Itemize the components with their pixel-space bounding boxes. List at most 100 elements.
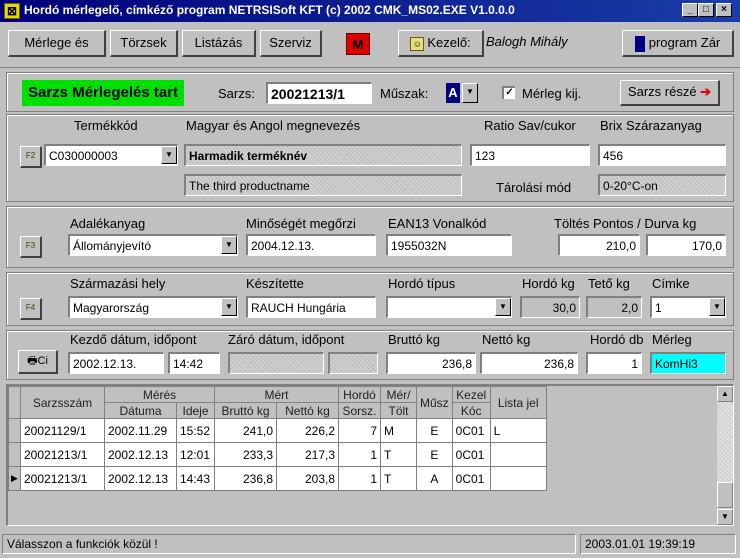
kezelo-button[interactable]: ☺ Kezelő: — [398, 30, 484, 57]
hordo-kg-field: 30,0 — [520, 296, 580, 318]
operator-icon: ☺ — [410, 36, 425, 51]
keszitette-label: Készítette — [246, 276, 304, 291]
cell-lista — [489, 442, 547, 467]
col-musz[interactable]: Műsz — [416, 386, 453, 419]
adalek-label: Adalékanyag — [70, 216, 146, 231]
listazas-button[interactable]: Listázás — [182, 30, 256, 57]
status-datetime: 2003.01.01 19:39:19 — [580, 534, 736, 554]
cell-brutto: 241,0 — [214, 418, 277, 443]
cell-netto: 217,3 — [276, 442, 339, 467]
teto-kg-field: 2,0 — [586, 296, 642, 318]
f2-button[interactable]: F2 — [20, 146, 42, 168]
print-button[interactable]: 🖶Ci — [18, 350, 58, 374]
col-ideje[interactable]: Ideje — [176, 402, 215, 419]
szerviz-label: Szerviz — [269, 35, 312, 50]
ean-field[interactable]: 1955032N — [386, 234, 512, 256]
tarolasi-field: 0-20°C-on — [598, 174, 726, 196]
col-tolt[interactable]: Tölt — [380, 402, 417, 419]
min-label: Minőségét megőrzi — [246, 216, 356, 231]
cell-sarzs: 20021129/1 — [20, 418, 105, 443]
tarolasi-label: Tárolási mód — [496, 180, 572, 195]
col-mert: Mért — [214, 386, 339, 403]
zaro-time-field — [328, 352, 378, 374]
printer-icon: 🖶 — [27, 355, 38, 367]
brix-label: Brix Szárazanyag — [600, 118, 702, 133]
zaro-label: Záró dátum, időpont — [228, 332, 345, 347]
toltes-durva-field[interactable]: 170,0 — [646, 234, 726, 256]
cell-netto: 203,8 — [276, 466, 339, 491]
english-name-field: The third productname — [184, 174, 462, 196]
termekkod-combo[interactable]: C030000003 ▼ — [44, 144, 178, 166]
zaro-date-field — [228, 352, 324, 374]
scroll-down-icon[interactable]: ▼ — [717, 509, 733, 525]
hordo-db-field[interactable]: 1 — [586, 352, 642, 374]
merleg-kij-checkbox[interactable]: ✓ — [502, 86, 515, 99]
table-row[interactable]: 20021213/1 2002.12.13 12:01 233,3 217,3 … — [8, 442, 637, 467]
min-field[interactable]: 2004.12.13. — [246, 234, 376, 256]
status-message: Válasszon a funkciók közül ! — [2, 534, 576, 554]
cell-datum: 2002.12.13 — [104, 466, 177, 491]
brutto-field[interactable]: 236,8 — [386, 352, 476, 374]
szerviz-button[interactable]: Szerviz — [260, 30, 322, 57]
col-koc[interactable]: Kóc — [451, 402, 491, 419]
cell-sorsz: 1 — [338, 442, 381, 467]
col-meres: Mérés — [104, 386, 215, 403]
cell-datum: 2002.12.13 — [104, 442, 177, 467]
col-brutto[interactable]: Bruttó kg — [214, 402, 277, 419]
cell-filler — [546, 442, 637, 467]
table-row[interactable]: 20021129/1 2002.11.29 15:52 241,0 226,2 … — [8, 418, 637, 443]
cimke-combo[interactable]: 1 ▼ — [650, 296, 726, 318]
hordo-tipus-label: Hordó típus — [388, 276, 456, 291]
hordo-tipus-combo[interactable]: ▼ — [386, 296, 512, 318]
exit-icon — [634, 35, 645, 52]
f4-label: F4 — [25, 303, 36, 312]
brix-field[interactable]: 456 — [598, 144, 726, 166]
data-grid[interactable]: Sarzsszám Mérés Mért Hordó Mér/ Műsz Kez… — [6, 384, 734, 526]
adalek-combo[interactable]: Állományjevító ▼ — [68, 234, 238, 256]
sarzs-resz-label: Sarzs részé — [627, 84, 697, 99]
maximize-button[interactable]: □ — [698, 3, 714, 17]
kezdo-time-field[interactable]: 14:42 — [168, 352, 220, 374]
torzsek-label: Törzsek — [120, 35, 167, 50]
col-listajel[interactable]: Lista jel — [489, 386, 547, 419]
termekkod-label: Termékkód — [74, 118, 138, 133]
cell-sorsz: 1 — [338, 466, 381, 491]
print-label: Ci — [37, 355, 48, 367]
netto-field[interactable]: 236,8 — [480, 352, 578, 374]
col-netto[interactable]: Nettó kg — [276, 402, 339, 419]
merlegelés-label: Mérlege és — [24, 35, 89, 50]
cimke-label: Címke — [652, 276, 690, 291]
close-button[interactable]: × — [716, 3, 732, 17]
f4-button[interactable]: F4 — [20, 298, 42, 320]
scroll-thumb[interactable] — [717, 482, 733, 508]
m-indicator[interactable]: M — [346, 33, 370, 55]
keszitette-field[interactable]: RAUCH Hungária — [246, 296, 376, 318]
sarzs-field[interactable]: 20021213/1 — [266, 82, 372, 104]
cell-ido: 12:01 — [176, 442, 215, 467]
vertical-scrollbar[interactable]: ▲ ▼ — [717, 386, 733, 525]
col-sarzsszam[interactable]: Sarzsszám — [20, 386, 105, 419]
brutto-label: Bruttó kg — [388, 332, 441, 347]
table-row-current[interactable]: ▶ 20021213/1 2002.12.13 14:43 236,8 203,… — [8, 466, 637, 491]
muszak-value[interactable]: A — [446, 83, 460, 103]
szarm-combo[interactable]: Magyarország ▼ — [68, 296, 238, 318]
program-close-button[interactable]: program Zár — [622, 30, 734, 57]
torzsek-button[interactable]: Törzsek — [110, 30, 178, 57]
cell-mer: T — [380, 442, 417, 467]
f3-button[interactable]: F3 — [20, 236, 42, 258]
cell-sarzs: 20021213/1 — [20, 466, 105, 491]
toltes-pontos-field[interactable]: 210,0 — [558, 234, 640, 256]
col-sorsz[interactable]: Sorsz. — [338, 402, 381, 419]
kezdo-date-field[interactable]: 2002.12.13. — [68, 352, 164, 374]
listazas-label: Listázás — [194, 35, 243, 50]
muszak-dropdown[interactable]: ▼ — [462, 83, 478, 103]
scroll-up-icon[interactable]: ▲ — [717, 386, 733, 402]
ratio-field[interactable]: 123 — [470, 144, 590, 166]
rowhdr-corner — [8, 386, 21, 419]
cell-musz: E — [416, 442, 453, 467]
minimize-button[interactable]: _ — [682, 3, 698, 17]
merlegelés-button[interactable]: Mérlege és — [8, 30, 106, 57]
teto-kg-label: Tető kg — [588, 276, 630, 291]
sarzs-resz-button[interactable]: Sarzs részé ➔ — [620, 80, 720, 106]
col-datuma[interactable]: Dátuma — [104, 402, 177, 419]
